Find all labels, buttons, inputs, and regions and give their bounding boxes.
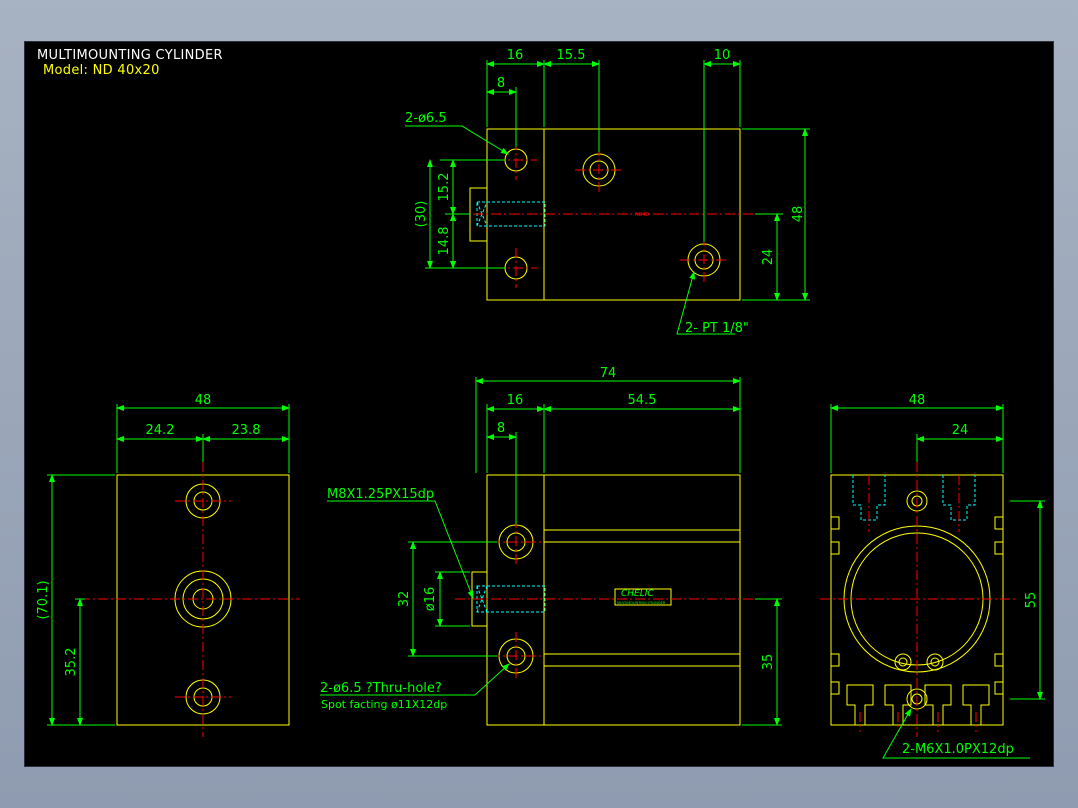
left-view-dimensions xyxy=(47,404,290,726)
top-dim-24: 24 xyxy=(761,249,776,266)
right-view-centerlines xyxy=(820,462,1015,737)
front-view: CHELIC MULTIMOUNTING CYLINDER 74 16 54.5… xyxy=(320,366,782,726)
drawing-sheet: ND40 16 15.5 10 8 2-ø6.5 2- PT 1/8" 48 2… xyxy=(36,48,1045,759)
top-view-mark: ND40 xyxy=(635,212,649,218)
front-dim-8: 8 xyxy=(497,421,505,436)
top-view: ND40 16 15.5 10 8 2-ø6.5 2- PT 1/8" 48 2… xyxy=(405,48,810,336)
top-dim-48: 48 xyxy=(791,206,806,223)
top-dim-14-8: 14.8 xyxy=(437,227,452,256)
front-dim-32: 32 xyxy=(397,591,412,608)
top-hole-callout: 2-ø6.5 xyxy=(405,111,447,126)
top-dim-8: 8 xyxy=(497,76,505,91)
front-dim-54-5: 54.5 xyxy=(628,393,657,408)
right-view-dimensions xyxy=(830,404,1045,759)
left-dim-23-8: 23.8 xyxy=(232,423,261,438)
top-dim-10: 10 xyxy=(714,48,731,63)
nameplate-brand: CHELIC xyxy=(621,589,654,599)
left-view: 48 24.2 23.8 (70.1) 35.2 xyxy=(36,393,300,737)
left-dim-48: 48 xyxy=(195,393,212,408)
top-dim-16: 16 xyxy=(507,48,524,63)
right-dim-24: 24 xyxy=(952,423,969,438)
right-view-slot xyxy=(831,516,840,530)
nameplate-line: MULTIMOUNTING CYLINDER xyxy=(617,601,666,605)
right-dim-48: 48 xyxy=(909,393,926,408)
front-dim-74: 74 xyxy=(600,366,617,381)
left-view-centerlines xyxy=(80,462,300,737)
right-thread-callout: 2-M6X1.0PX12dp xyxy=(902,742,1014,757)
front-hole-callout: 2-ø6.5 ?Thru-hole? xyxy=(320,681,442,696)
front-dim-16: 16 xyxy=(507,393,524,408)
top-port-callout: 2- PT 1/8" xyxy=(685,321,749,336)
front-dim-16-dia: ø16 xyxy=(423,587,438,612)
cad-drawing-viewport[interactable]: MULTIMOUNTING CYLINDER Model: ND 40x20 N… xyxy=(25,42,1053,766)
front-view-body-outline xyxy=(486,474,741,726)
front-view-dimensions xyxy=(320,377,782,726)
top-dim-30: (30) xyxy=(414,201,429,228)
left-dim-70-1: (70.1) xyxy=(36,580,51,619)
top-view-dimensions xyxy=(405,60,810,335)
top-dim-15-5: 15.5 xyxy=(557,48,586,63)
left-dim-35-2: 35.2 xyxy=(64,648,79,677)
top-view-centerlines xyxy=(455,140,775,288)
front-dim-35: 35 xyxy=(761,654,776,671)
left-dim-24-2: 24.2 xyxy=(146,423,175,438)
right-view: 48 24 55 2-M6X1.0PX12dp xyxy=(820,393,1045,759)
right-dim-55: 55 xyxy=(1024,592,1039,609)
front-spot-callout: Spot facting ø11X12dp xyxy=(321,698,447,711)
top-dim-15-2: 15.2 xyxy=(437,173,452,202)
front-thread-callout: M8X1.25PX15dp xyxy=(327,487,434,502)
